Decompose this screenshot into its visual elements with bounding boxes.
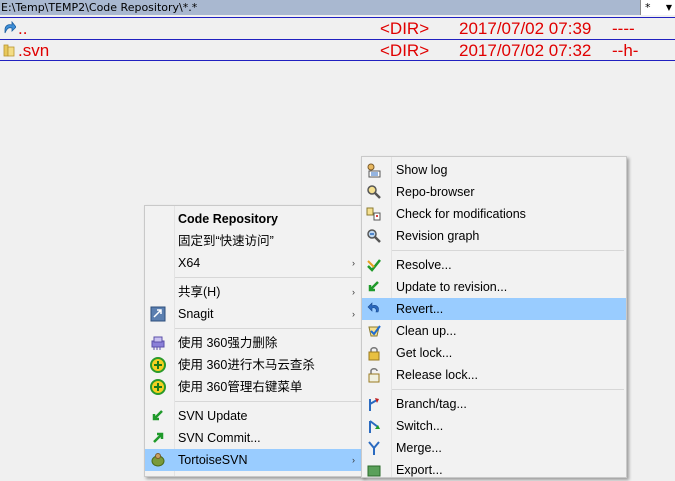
menu-item-resolve[interactable]: Resolve...: [362, 254, 626, 276]
submenu-arrow-icon: ›: [352, 287, 355, 297]
cleanup-icon: [368, 325, 381, 337]
menu-item-360-menu[interactable]: 使用 360管理右键菜单: [145, 376, 363, 398]
submenu-arrow-icon: ›: [352, 258, 355, 268]
menu-item-label: Resolve...: [396, 258, 452, 272]
menu-item-label: Export...: [396, 463, 443, 477]
menu-item-label: 共享(H): [178, 285, 221, 299]
svn-commit-icon: [153, 432, 164, 443]
menu-item-update-to-revision[interactable]: Update to revision...: [362, 276, 626, 298]
menu-item-label: Update to revision...: [396, 280, 508, 294]
file-attr: --h-: [612, 41, 639, 60]
folder-icon: [3, 44, 15, 57]
menu-item-code-repository[interactable]: Code Repository: [145, 208, 363, 230]
update-revision-icon: [368, 281, 379, 292]
menu-item-release-lock[interactable]: Release lock...: [362, 364, 626, 386]
context-menu: Code Repository 固定到“快速访问” X64 › 共享(H) › …: [144, 205, 364, 477]
tortoisesvn-icon: [151, 453, 165, 467]
merge-icon: [368, 441, 380, 455]
file-row-parent[interactable]: .. <DIR> 2017/07/02 07:39 ----: [0, 17, 675, 39]
360-menu-icon: [150, 379, 166, 395]
export-icon: [367, 465, 381, 477]
file-date: 2017/07/02 07:39: [459, 19, 592, 38]
file-date: 2017/07/02 07:32: [459, 41, 592, 60]
360-scan-icon: [150, 357, 166, 373]
menu-item-clean-up[interactable]: Clean up...: [362, 320, 626, 342]
menu-item-svn-commit[interactable]: SVN Commit...: [145, 427, 363, 449]
submenu-arrow-icon: ›: [352, 455, 355, 465]
show-log-icon: [367, 163, 381, 178]
file-ext: <DIR>: [380, 19, 430, 38]
snagit-icon: [150, 306, 166, 322]
menu-item-label: Revision graph: [396, 229, 480, 243]
menu-item-label: Switch...: [396, 419, 444, 433]
filter-value: *: [645, 1, 651, 14]
path-bar[interactable]: E:\Temp\TEMP2\Code Repository\*.*: [0, 0, 640, 15]
menu-item-360-scan[interactable]: 使用 360进行木马云查杀: [145, 354, 363, 376]
menu-item-label: Code Repository: [178, 212, 279, 226]
tortoisesvn-submenu: Show log Repo-browser Check for modifica…: [361, 156, 627, 478]
menu-item-svn-update[interactable]: SVN Update: [145, 405, 363, 427]
file-list: .. <DIR> 2017/07/02 07:39 ---- .svn <DIR…: [0, 15, 675, 61]
file-name: .svn: [18, 41, 50, 60]
menu-item-tortoisesvn[interactable]: TortoiseSVN ›: [145, 449, 363, 471]
unlock-icon: [368, 368, 380, 383]
file-name: ..: [18, 19, 28, 38]
menu-item-label: X64: [178, 256, 201, 270]
menu-item-label: 固定到“快速访问”: [178, 234, 274, 248]
menu-item-360-delete[interactable]: 使用 360强力删除: [145, 332, 363, 354]
menu-item-pin-quick-access[interactable]: 固定到“快速访问”: [145, 230, 363, 252]
menu-item-revert[interactable]: Revert...: [362, 298, 626, 320]
menu-item-label: Revert...: [396, 302, 444, 316]
filter-dropdown[interactable]: * ▼: [640, 0, 675, 15]
menu-item-label: SVN Update: [178, 409, 248, 423]
menu-item-label: SVN Commit...: [178, 431, 261, 445]
menu-item-merge[interactable]: Merge...: [362, 437, 626, 459]
switch-icon: [369, 420, 380, 433]
branch-icon: [369, 398, 379, 411]
check-modifications-icon: [366, 207, 381, 221]
menu-item-get-lock[interactable]: Get lock...: [362, 342, 626, 364]
revert-icon: [367, 302, 379, 313]
menu-item-x64[interactable]: X64 ›: [145, 252, 363, 274]
menu-item-snagit[interactable]: Snagit ›: [145, 303, 363, 325]
menu-item-label: 使用 360强力删除: [178, 336, 278, 350]
resolve-icon: [367, 259, 381, 272]
menu-item-switch[interactable]: Switch...: [362, 415, 626, 437]
svn-update-icon: [152, 410, 163, 421]
menu-item-label: Branch/tag...: [396, 397, 467, 411]
menu-item-share[interactable]: 共享(H) ›: [145, 281, 363, 303]
menu-item-branch-tag[interactable]: Branch/tag...: [362, 393, 626, 415]
menu-item-label: TortoiseSVN: [178, 453, 248, 467]
menu-item-label: Merge...: [396, 441, 442, 455]
menu-separator: [175, 401, 361, 402]
submenu-arrow-icon: ›: [352, 309, 355, 319]
menu-item-revision-graph[interactable]: Revision graph: [362, 225, 626, 247]
lock-icon: [368, 347, 380, 361]
revision-graph-icon: [367, 229, 381, 243]
menu-item-label: Repo-browser: [396, 185, 475, 199]
menu-separator: [175, 328, 361, 329]
360-shred-icon: [151, 336, 165, 350]
menu-item-label: Get lock...: [396, 346, 453, 360]
dropdown-arrow-icon: ▼: [665, 3, 672, 12]
menu-item-label: Check for modifications: [396, 207, 526, 221]
menu-item-show-log[interactable]: Show log: [362, 159, 626, 181]
menu-separator: [175, 277, 361, 278]
file-attr: ----: [612, 19, 635, 38]
repo-browser-icon: [367, 185, 381, 199]
menu-item-label: 使用 360管理右键菜单: [178, 380, 303, 394]
menu-item-label: 使用 360进行木马云查杀: [178, 358, 315, 372]
menu-separator: [392, 250, 624, 251]
menu-item-export[interactable]: Export...: [362, 459, 626, 481]
menu-item-check-modifications[interactable]: Check for modifications: [362, 203, 626, 225]
file-row-svn[interactable]: .svn <DIR> 2017/07/02 07:32 --h-: [0, 39, 675, 61]
menu-item-label: Clean up...: [396, 324, 457, 338]
up-arrow-icon: [4, 21, 16, 34]
menu-item-label: Snagit: [178, 307, 214, 321]
menu-item-label: Show log: [396, 163, 448, 177]
menu-item-repo-browser[interactable]: Repo-browser: [362, 181, 626, 203]
menu-separator: [392, 389, 624, 390]
file-ext: <DIR>: [380, 41, 430, 60]
menu-item-label: Release lock...: [396, 368, 478, 382]
